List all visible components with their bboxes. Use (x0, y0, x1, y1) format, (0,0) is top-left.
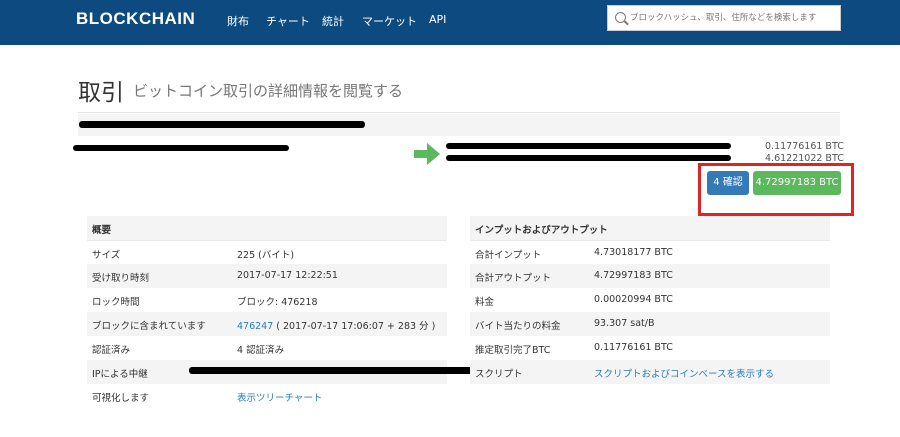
row-label: ブロックに含まれています (92, 321, 206, 332)
redacted-input-address (73, 145, 289, 151)
redacted-relay-ip (189, 367, 475, 374)
row-value: 93.307 sat/B (594, 318, 655, 329)
row-label: 合計インプット (475, 250, 542, 261)
search-icon (615, 12, 626, 23)
table-row: 合計インプット 4.73018177 BTC (470, 240, 830, 265)
row-label: 認証済み (92, 345, 131, 356)
summary-header-row: 概要 (87, 216, 447, 240)
row-label: 受け取り時刻 (92, 273, 150, 284)
output-amount-1: 0.11776161 BTC (765, 141, 844, 152)
row-value: 0.00020994 BTC (594, 294, 673, 305)
row-label: サイズ (92, 250, 121, 261)
show-script-link[interactable]: スクリプトおよびコインベースを表示する (594, 366, 774, 380)
row-value: 2017-07-17 12:22:51 (237, 270, 338, 281)
search-input[interactable] (630, 10, 835, 26)
row-label: 可視化します (92, 393, 150, 404)
row-label: バイト当たりの料金 (475, 321, 561, 332)
page-subtitle: ビットコイン取引の詳細情報を閲覧する (133, 82, 404, 100)
row-label: IPによる中継 (92, 369, 148, 380)
nav-link-api[interactable]: API (429, 13, 446, 26)
row-value: ブロック: 476218 (237, 297, 318, 308)
row-label: スクリプト (475, 369, 523, 380)
table-row: 可視化します 表示ツリーチャート (87, 384, 447, 408)
table-row: 推定取引完了BTC 0.11776161 BTC (470, 336, 830, 360)
table-row: サイズ 225 (バイト) (87, 240, 447, 265)
row-value: 4.72997183 BTC (594, 270, 673, 281)
row-label: 合計アウトプット (475, 273, 552, 284)
page-title: 取引 (78, 80, 124, 106)
table-row: ロック時間 ブロック: 476218 (87, 288, 447, 312)
table-row: 料金 0.00020994 BTC (470, 288, 830, 312)
top-navbar: BLOCKCHAIN 財布 チャート 統計 マーケット API (0, 0, 900, 45)
table-row: バイト当たりの料金 93.307 sat/B (470, 312, 830, 336)
nav-link-charts[interactable]: チャート (266, 13, 310, 29)
table-row: 合計アウトプット 4.72997183 BTC (470, 264, 830, 288)
search-box[interactable] (607, 5, 841, 31)
redacted-tx-hash (79, 121, 365, 128)
block-height-link[interactable]: 476247 (237, 321, 273, 332)
redacted-output-address-1 (446, 143, 731, 149)
block-time: ( 2017-07-17 17:06:07 + 283 分 ) (273, 321, 436, 332)
highlight-box (698, 163, 854, 216)
divider (78, 112, 840, 113)
row-value: 476247 ( 2017-07-17 17:06:07 + 283 分 ) (237, 318, 435, 332)
table-row: ブロックに含まれています 476247 ( 2017-07-17 17:06:0… (87, 312, 447, 336)
row-label: 推定取引完了BTC (475, 345, 551, 356)
nav-link-markets[interactable]: マーケット (362, 13, 417, 29)
logo[interactable]: BLOCKCHAIN (76, 9, 195, 29)
row-value: 225 (バイト) (237, 250, 295, 261)
row-label: ロック時間 (92, 297, 140, 308)
table-row: スクリプト スクリプトおよびコインベースを表示する (470, 360, 830, 384)
row-value: 0.11776161 BTC (594, 342, 673, 353)
row-label: 料金 (475, 297, 495, 308)
row-value: 4 認証済み (237, 345, 285, 356)
redacted-output-address-2 (446, 155, 731, 161)
io-header-row: インプットおよびアウトプット (470, 216, 830, 240)
io-header: インプットおよびアウトプット (475, 225, 608, 236)
visualize-tree-link[interactable]: 表示ツリーチャート (237, 390, 322, 404)
arrow-right-icon (414, 143, 440, 165)
nav-link-wallet[interactable]: 財布 (227, 13, 249, 29)
nav-link-stats[interactable]: 統計 (322, 13, 344, 29)
summary-header: 概要 (92, 225, 112, 236)
table-row: 認証済み 4 認証済み (87, 336, 447, 360)
row-value: 4.73018177 BTC (594, 247, 673, 258)
table-row: 受け取り時刻 2017-07-17 12:22:51 (87, 264, 447, 288)
